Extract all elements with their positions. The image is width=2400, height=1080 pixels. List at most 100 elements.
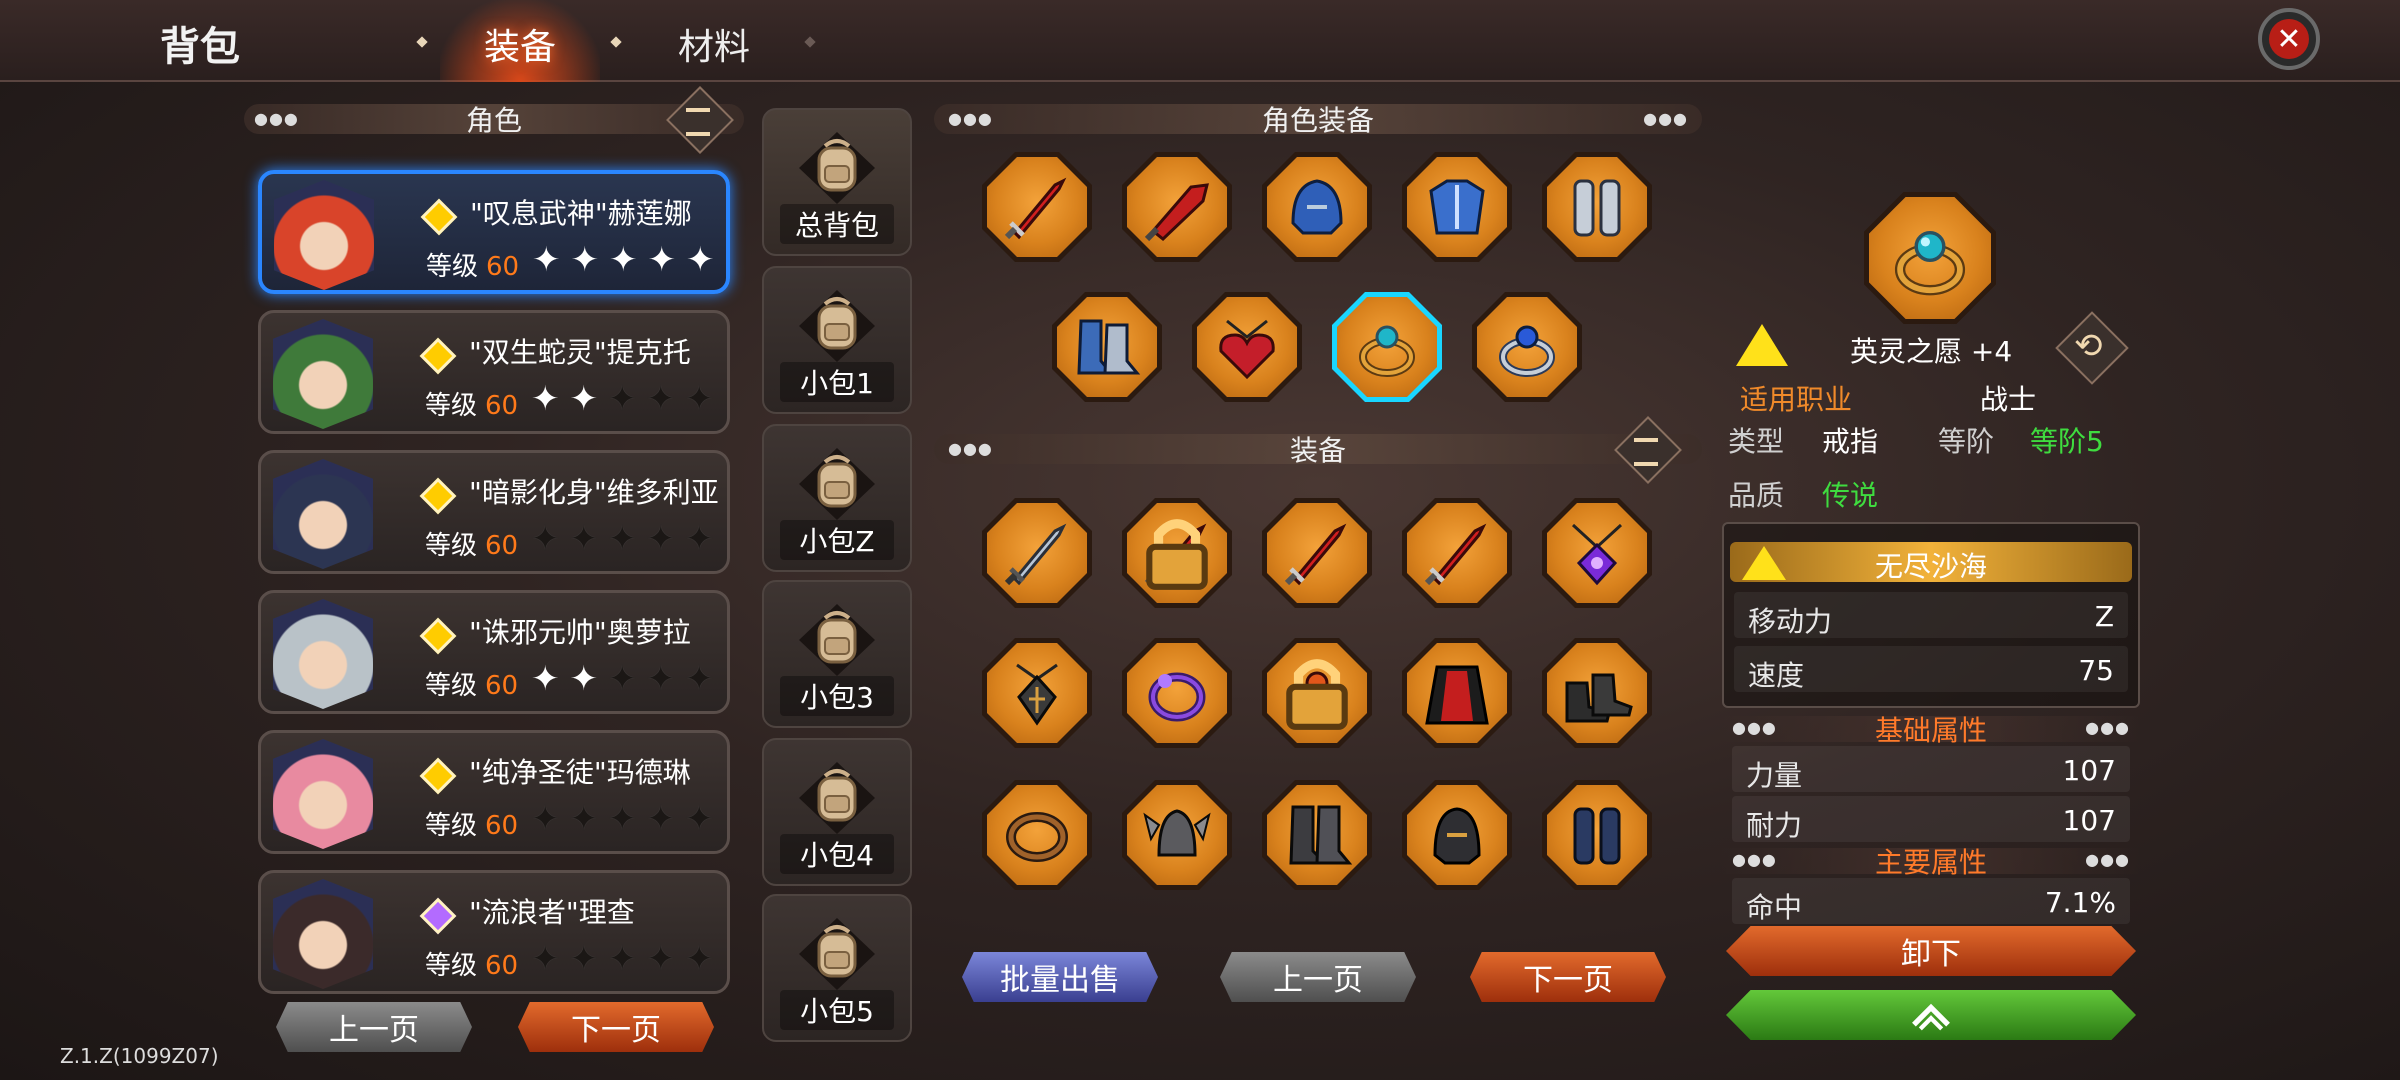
bag-label: 小包Z	[780, 520, 894, 560]
character-card[interactable]: "双生蛇灵"提克托 等级 60 ✦ ✦ ✦ ✦ ✦	[258, 310, 730, 434]
inventory-prev-button[interactable]: 上一页	[1220, 952, 1416, 1002]
character-level: 等级 60	[425, 805, 518, 842]
roles-prev-button[interactable]: 上一页	[276, 1002, 472, 1052]
rarity-gem-icon	[419, 477, 457, 515]
main-attributes-label: 主要属性	[1874, 846, 1987, 879]
level-label: 等级	[426, 252, 479, 282]
character-card[interactable]: "流浪者"理查 等级 60 ✦ ✦ ✦ ✦ ✦	[258, 870, 730, 994]
stat-value: 75	[2078, 654, 2114, 687]
stat-value: Z	[2094, 600, 2114, 633]
bag-label: 小包5	[780, 990, 894, 1030]
heart-amulet-icon	[1219, 319, 1275, 380]
inventory-slot[interactable]	[1262, 780, 1372, 890]
teal-gem-ring-icon	[1894, 230, 1966, 296]
character-equipment-slot[interactable]	[1472, 292, 1582, 402]
rarity-gem-icon	[419, 617, 457, 655]
character-portrait	[273, 319, 373, 429]
bag-tab[interactable]: 小包1	[762, 266, 912, 414]
level-label: 等级	[425, 811, 478, 841]
stat-label: 命中	[1746, 891, 1803, 924]
dots-icon: ●●●	[2085, 850, 2130, 869]
character-name: "纯净圣徒"玛德琳	[469, 756, 691, 789]
inventory-slot[interactable]	[1402, 498, 1512, 608]
character-card[interactable]: "纯净圣徒"玛德琳 等级 60 ✦ ✦ ✦ ✦ ✦	[258, 730, 730, 854]
char-equipment-header-label: 角色装备	[1261, 104, 1374, 137]
sort-icon	[686, 108, 710, 136]
character-equipment-slot[interactable]	[1192, 292, 1302, 402]
character-equipment-slot[interactable]	[1052, 292, 1162, 402]
tab-equipment[interactable]: 装备	[484, 18, 556, 70]
star-icon: ✦	[685, 799, 714, 839]
star-icon: ✦	[531, 659, 560, 699]
bag-label: 小包1	[780, 362, 894, 402]
base-attributes-header: ●●● 基础属性 ●●●	[1722, 714, 2140, 747]
character-equipment-slot[interactable]	[1262, 152, 1372, 262]
character-equipment-slot[interactable]	[1402, 152, 1512, 262]
class-label: 适用职业	[1740, 383, 1853, 416]
base-stat-row: 耐力 107	[1732, 796, 2130, 842]
type-value: 戒指	[1822, 425, 1879, 458]
bag-tab[interactable]: 小包4	[762, 738, 912, 886]
rarity-triangle-icon	[1736, 324, 1788, 366]
backpack-icon	[799, 132, 875, 204]
inventory-slot[interactable]	[1122, 780, 1232, 890]
unequip-button[interactable]: 卸下	[1726, 926, 2136, 976]
inventory-slot[interactable]	[1122, 638, 1232, 748]
star-icon: ✦	[685, 939, 714, 979]
inventory-slot[interactable]	[982, 638, 1092, 748]
character-card[interactable]: "诛邪元帅"奥萝拉 等级 60 ✦ ✦ ✦ ✦ ✦	[258, 590, 730, 714]
inventory-slot[interactable]	[982, 780, 1092, 890]
character-card[interactable]: "叹息武神"赫莲娜 等级 60 ✦ ✦ ✦ ✦ ✦	[258, 170, 730, 294]
star-icon: ✦	[609, 240, 638, 280]
level-value: 60	[485, 811, 519, 841]
close-button[interactable]: ✕	[2258, 8, 2320, 70]
star-icon: ✦	[570, 240, 600, 280]
inventory-slot[interactable]	[1542, 780, 1652, 890]
backpack-icon	[799, 448, 875, 520]
rune-pendant-icon	[1016, 663, 1058, 726]
star-icon: ✦	[608, 379, 637, 419]
iron-boots-icon	[1289, 805, 1353, 865]
rarity-gem-icon	[419, 897, 457, 935]
inventory-slot[interactable]	[1402, 780, 1512, 890]
inventory-slot[interactable]	[1402, 638, 1512, 748]
upgrade-button[interactable]	[1726, 990, 2136, 1040]
star-rating: ✦ ✦ ✦ ✦ ✦	[531, 799, 714, 839]
base-stats: 力量 107 耐力 107	[1722, 746, 2140, 842]
stat-label: 力量	[1746, 759, 1803, 792]
character-card[interactable]: "暗影化身"维多利亚 等级 60 ✦ ✦ ✦ ✦ ✦	[258, 450, 730, 574]
bag-tab[interactable]: 小包5	[762, 894, 912, 1042]
inventory-slot[interactable]	[1262, 498, 1372, 608]
character-equipment-slot[interactable]	[1122, 152, 1232, 262]
star-rating: ✦ ✦ ✦ ✦ ✦	[531, 939, 714, 979]
character-equipment-slot[interactable]	[982, 152, 1092, 262]
base-attributes-label: 基础属性	[1874, 714, 1987, 747]
inventory-next-button[interactable]: 下一页	[1470, 952, 1666, 1002]
character-portrait	[273, 599, 373, 709]
character-equipment-slot[interactable]	[1542, 152, 1652, 262]
type-label: 类型	[1728, 425, 1785, 458]
star-icon: ✦	[569, 939, 599, 979]
inventory-slot[interactable]	[1542, 498, 1652, 608]
roles-next-button[interactable]: 下一页	[518, 1002, 714, 1052]
inventory-slot[interactable]	[1542, 638, 1652, 748]
inventory-slot[interactable]	[982, 498, 1092, 608]
dark-greaves-icon	[1573, 807, 1621, 865]
star-icon: ✦	[646, 379, 676, 419]
character-equipment-slot[interactable]	[1332, 292, 1442, 402]
star-icon: ✦	[569, 379, 599, 419]
stat-value: 107	[2062, 754, 2116, 787]
character-portrait	[274, 180, 374, 290]
dark-boots-icon	[1565, 673, 1633, 723]
inventory-slot[interactable]	[1262, 638, 1372, 748]
character-level: 等级 60	[425, 525, 518, 562]
bulk-sell-button[interactable]: 批量出售	[962, 952, 1158, 1002]
inventory-slot[interactable]	[1122, 498, 1232, 608]
bag-tab[interactable]: 总背包	[762, 108, 912, 256]
star-icon: ✦	[646, 799, 676, 839]
backpack-icon	[799, 604, 875, 676]
bag-tab[interactable]: 小包3	[762, 580, 912, 728]
bag-tab[interactable]: 小包Z	[762, 424, 912, 572]
star-rating: ✦ ✦ ✦ ✦ ✦	[531, 519, 714, 559]
tab-materials[interactable]: 材料	[678, 18, 750, 70]
